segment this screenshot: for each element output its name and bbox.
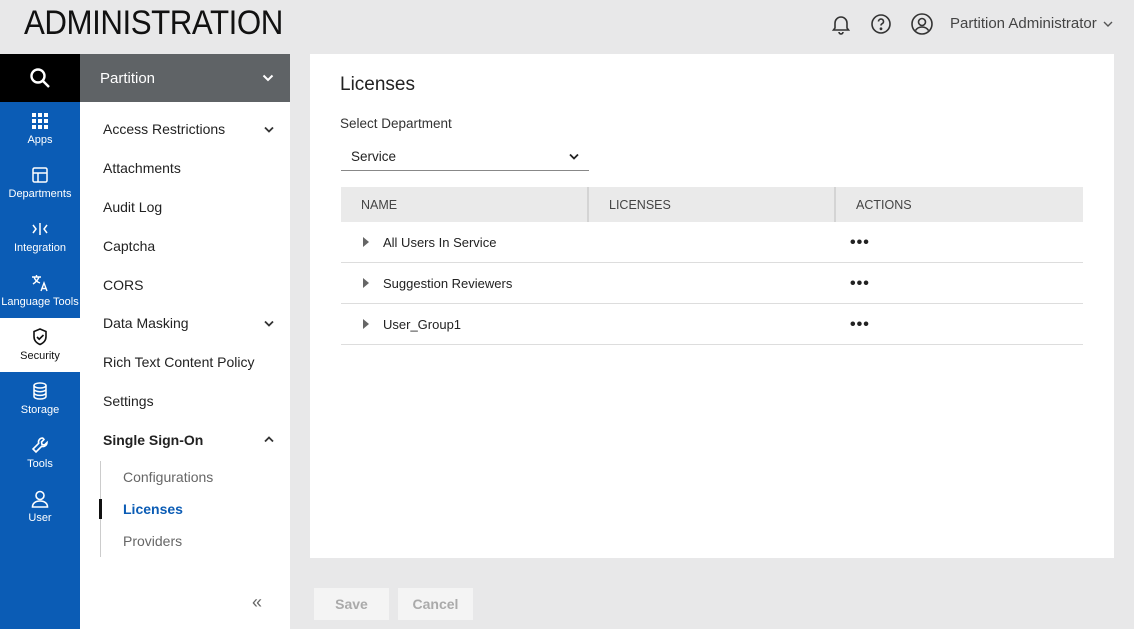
group-name: Suggestion Reviewers [383, 275, 513, 291]
nav-label: Data Masking [103, 315, 189, 332]
user-name: Partition Administrator [950, 15, 1097, 32]
rail-item-integration[interactable]: Integration [0, 210, 80, 264]
rail-item-language-tools[interactable]: Language Tools [0, 264, 80, 318]
rail-label: Security [20, 350, 60, 362]
column-header-licenses[interactable]: LICENSES [589, 187, 836, 222]
department-label: Select Department [340, 116, 452, 131]
chevron-down-icon [1103, 21, 1113, 27]
nav-item-captcha[interactable]: Captcha [80, 226, 290, 265]
bell-icon[interactable] [829, 12, 853, 36]
help-icon[interactable] [869, 12, 893, 36]
wrench-icon [31, 437, 48, 454]
save-button[interactable]: Save [314, 588, 389, 620]
nav-item-cors[interactable]: CORS [80, 265, 290, 304]
table-row: Suggestion Reviewers ••• [341, 263, 1083, 304]
rail-item-storage[interactable]: Storage [0, 372, 80, 426]
more-actions-icon[interactable]: ••• [850, 316, 870, 333]
cancel-button[interactable]: Cancel [398, 588, 473, 620]
nav-label: Settings [103, 392, 154, 409]
nav-label: Access Restrictions [103, 121, 226, 138]
nav-item-attachments[interactable]: Attachments [80, 149, 290, 188]
nav-item-audit-log[interactable]: Audit Log [80, 188, 290, 227]
licenses-panel: Licenses Select Department Service NAME … [310, 54, 1114, 558]
table-row: All Users In Service ••• [341, 222, 1083, 263]
nav-item-data-masking[interactable]: Data Masking [80, 304, 290, 343]
group-name: All Users In Service [383, 234, 497, 250]
sub-item-providers[interactable]: Providers [123, 525, 290, 557]
column-header-actions: ACTIONS [856, 197, 912, 212]
nav-item-rich-text-content-policy[interactable]: Rich Text Content Policy [80, 343, 290, 382]
rail-label: Language Tools [1, 296, 79, 308]
department-value: Service [351, 148, 397, 164]
expand-arrow-icon[interactable] [363, 278, 369, 288]
account-icon[interactable] [910, 12, 934, 36]
chevron-up-icon [264, 436, 274, 443]
translate-icon [32, 275, 48, 292]
rail-label: Apps [27, 134, 53, 146]
rail-item-user[interactable]: User [0, 480, 80, 534]
group-name: User_Group1 [383, 316, 462, 332]
page-title: Licenses [340, 74, 415, 95]
user-icon [31, 490, 49, 508]
active-marker [99, 499, 102, 520]
nav-label: Rich Text Content Policy [103, 354, 255, 371]
rail-label: Integration [14, 242, 66, 254]
search-button[interactable] [0, 54, 80, 102]
nav-label: Single Sign-On [103, 431, 204, 448]
partition-label: Partition [100, 69, 156, 87]
table-header: NAME LICENSES ACTIONS [341, 187, 1083, 222]
chevron-down-icon [264, 320, 274, 327]
nav-item-settings[interactable]: Settings [80, 382, 290, 421]
chevron-down-icon [569, 153, 579, 160]
more-actions-icon[interactable]: ••• [850, 234, 870, 251]
nav-label: Attachments [103, 160, 181, 177]
rail-item-tools[interactable]: Tools [0, 426, 80, 480]
nav-label: CORS [103, 276, 144, 293]
nav-item-single-sign-on[interactable]: Single Sign-On [80, 420, 290, 459]
search-icon [30, 68, 50, 88]
sub-item-configurations[interactable]: Configurations [123, 461, 290, 493]
column-header-name[interactable]: NAME [341, 187, 589, 222]
table-row: User_Group1 ••• [341, 304, 1083, 345]
grid-icon [32, 113, 48, 129]
sub-item-licenses[interactable]: Licenses [123, 493, 290, 525]
rail-item-security[interactable]: Security [0, 318, 80, 372]
app-title: ADMINISTRATION [24, 4, 283, 42]
departments-icon [32, 167, 48, 183]
department-select[interactable]: Service [341, 142, 589, 171]
shield-icon [33, 328, 47, 346]
chevron-down-icon [262, 74, 274, 82]
rail-item-departments[interactable]: Departments [0, 156, 80, 210]
integration-icon [32, 223, 48, 235]
chevron-down-icon [264, 126, 274, 133]
nav-label: Captcha [103, 237, 156, 254]
expand-arrow-icon[interactable] [363, 237, 369, 247]
rail-label: Tools [27, 458, 53, 470]
expand-arrow-icon[interactable] [363, 319, 369, 329]
collapse-sidebar-icon[interactable]: « [252, 592, 262, 613]
more-actions-icon[interactable]: ••• [850, 275, 870, 292]
left-rail: Apps Departments Integration Language To… [0, 54, 80, 629]
licenses-table: NAME LICENSES ACTIONS All Users In Servi… [341, 187, 1083, 345]
nav-item-access-restrictions[interactable]: Access Restrictions [80, 110, 290, 149]
sso-submenu: Configurations Licenses Providers [99, 461, 290, 558]
nav-label: Audit Log [103, 198, 163, 215]
partition-dropdown[interactable]: Partition [80, 54, 290, 102]
rail-item-apps[interactable]: Apps [0, 102, 80, 156]
rail-label: User [28, 512, 52, 524]
sub-navigation: Partition Access Restrictions Attachment… [80, 54, 290, 629]
database-icon [33, 382, 47, 400]
rail-label: Departments [8, 188, 72, 200]
rail-label: Storage [20, 404, 60, 416]
user-menu[interactable]: Partition Administrator [950, 15, 1113, 32]
